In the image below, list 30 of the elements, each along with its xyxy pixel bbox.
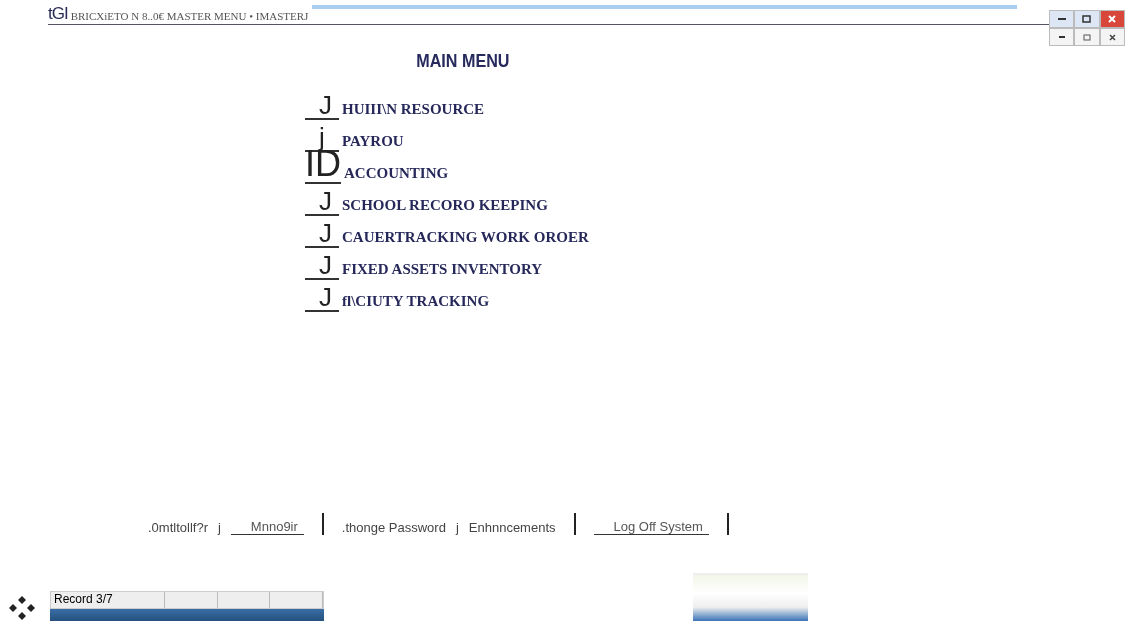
bottom-label: Enhnncements <box>468 520 556 535</box>
menu-item[interactable]: ACCOUNTING <box>341 165 449 184</box>
menu-item[interactable]: FIXED ASSETS INVENTORY <box>339 261 543 280</box>
main-menu-title: MAIN MENU <box>415 50 510 72</box>
minimize-button[interactable] <box>1049 28 1075 46</box>
close-icon <box>1108 15 1117 23</box>
diamonds-icon <box>8 595 36 621</box>
bottom-link[interactable]: Log Off System <box>593 519 709 535</box>
bottom-label: .0mtltollf?r <box>148 520 208 535</box>
bottom-label: .thonge Password <box>341 520 446 535</box>
close-icon <box>1108 33 1116 41</box>
minimize-icon <box>1057 18 1066 20</box>
menu-item[interactable]: PAYROU <box>339 133 404 152</box>
minimize-icon <box>1058 36 1065 38</box>
menu-item[interactable]: fl\CIUTY TRACKING <box>339 293 490 312</box>
bottom-label: j <box>217 520 221 535</box>
close-button[interactable] <box>1099 28 1125 46</box>
maximize-button[interactable] <box>1074 10 1100 28</box>
bottom-label: j <box>455 520 459 535</box>
close-button[interactable] <box>1099 10 1125 28</box>
record-counter: Record 3/7 <box>51 592 165 608</box>
maximize-icon <box>1082 15 1092 23</box>
menu-item[interactable]: SCHOOL RECORO KEEPING <box>339 197 548 216</box>
bottom-link[interactable]: Mnno9ir <box>230 519 304 535</box>
minimize-button[interactable] <box>1049 10 1075 28</box>
restore-icon <box>1083 33 1091 41</box>
menu-item[interactable]: CAUERTRACKING WORK OROER <box>339 229 589 248</box>
menu-item[interactable]: HUIII\N RESOURCE <box>339 101 485 120</box>
window-title: BRICXiETO N 8..0€ MASTER MENU • IMASTERJ <box>70 10 309 24</box>
app-logo: tGI <box>48 4 68 24</box>
